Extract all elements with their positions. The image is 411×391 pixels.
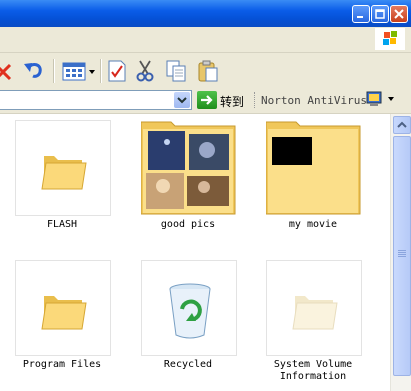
file-name: good pics — [160, 219, 216, 230]
thumbnail — [140, 120, 237, 216]
file-name: Recycled — [163, 359, 213, 370]
thumbnail — [15, 260, 111, 356]
minimize-icon — [357, 16, 363, 18]
scroll-up-button[interactable] — [393, 116, 411, 134]
file-name: Program Files — [22, 359, 102, 370]
chevron-down-icon — [177, 97, 187, 104]
maximize-icon — [375, 9, 385, 19]
norton-dropdown-icon[interactable] — [388, 97, 396, 103]
folder-icon — [41, 296, 87, 330]
file-view: FLASH good pics my movie Program Files R… — [0, 114, 390, 391]
toolbar-grip[interactable] — [254, 92, 257, 108]
go-button[interactable] — [197, 91, 217, 109]
undo-icon — [24, 63, 42, 78]
go-arrow-icon — [201, 95, 213, 105]
go-label[interactable]: 转到 — [220, 93, 244, 110]
photo-thumbnail-1 — [148, 131, 185, 170]
close-button[interactable] — [390, 5, 408, 23]
thumbnail — [15, 120, 111, 216]
delete-x-icon — [0, 63, 12, 81]
menu-bar — [0, 27, 411, 53]
undo-button[interactable] — [22, 58, 46, 84]
paste-icon — [198, 60, 218, 82]
vertical-scrollbar[interactable] — [390, 114, 411, 391]
delete-button[interactable] — [0, 58, 14, 84]
file-item[interactable]: my movie — [251, 114, 375, 244]
thumbnail — [266, 260, 362, 356]
folder-icon — [41, 156, 87, 190]
properties-icon — [108, 60, 126, 82]
address-input[interactable] — [0, 90, 192, 110]
file-item[interactable]: good pics — [126, 114, 250, 244]
movie-frame-thumbnail — [272, 137, 312, 165]
title-bar — [0, 0, 411, 27]
norton-icon[interactable] — [366, 91, 382, 107]
paste-button[interactable] — [196, 58, 220, 84]
recycle-bin-icon — [169, 283, 211, 339]
norton-toolbar: Norton AntiVirus — [254, 90, 411, 110]
file-item[interactable]: FLASH — [0, 114, 124, 244]
folder-thumbnails-icon — [140, 121, 236, 215]
windows-logo-icon — [375, 28, 405, 50]
file-item[interactable]: Program Files — [0, 254, 124, 384]
thumbnail — [141, 260, 237, 356]
copy-icon — [166, 60, 186, 82]
hidden-folder-icon — [292, 296, 338, 330]
thumbnail — [265, 120, 362, 216]
norton-label[interactable]: Norton AntiVirus — [261, 94, 367, 107]
file-item[interactable]: Recycled — [126, 254, 250, 384]
copy-button[interactable] — [164, 58, 188, 84]
address-bar: 转到 Norton AntiVirus — [0, 88, 411, 114]
address-dropdown-button[interactable] — [174, 92, 190, 108]
file-name: my movie — [288, 219, 338, 230]
scissors-icon — [136, 60, 154, 82]
views-button[interactable] — [62, 58, 96, 84]
standard-toolbar — [0, 53, 411, 88]
file-name: System Volume Information — [273, 359, 353, 382]
properties-button[interactable] — [106, 58, 128, 84]
folder-movie-icon — [265, 121, 361, 215]
file-name: FLASH — [46, 219, 78, 230]
chevron-up-icon — [397, 121, 407, 128]
minimize-button[interactable] — [352, 5, 370, 23]
cut-button[interactable] — [134, 58, 156, 84]
views-icon — [62, 62, 95, 81]
close-icon — [394, 9, 404, 19]
file-item[interactable]: System Volume Information — [251, 254, 375, 384]
scroll-thumb[interactable] — [393, 136, 411, 376]
maximize-button[interactable] — [371, 5, 389, 23]
